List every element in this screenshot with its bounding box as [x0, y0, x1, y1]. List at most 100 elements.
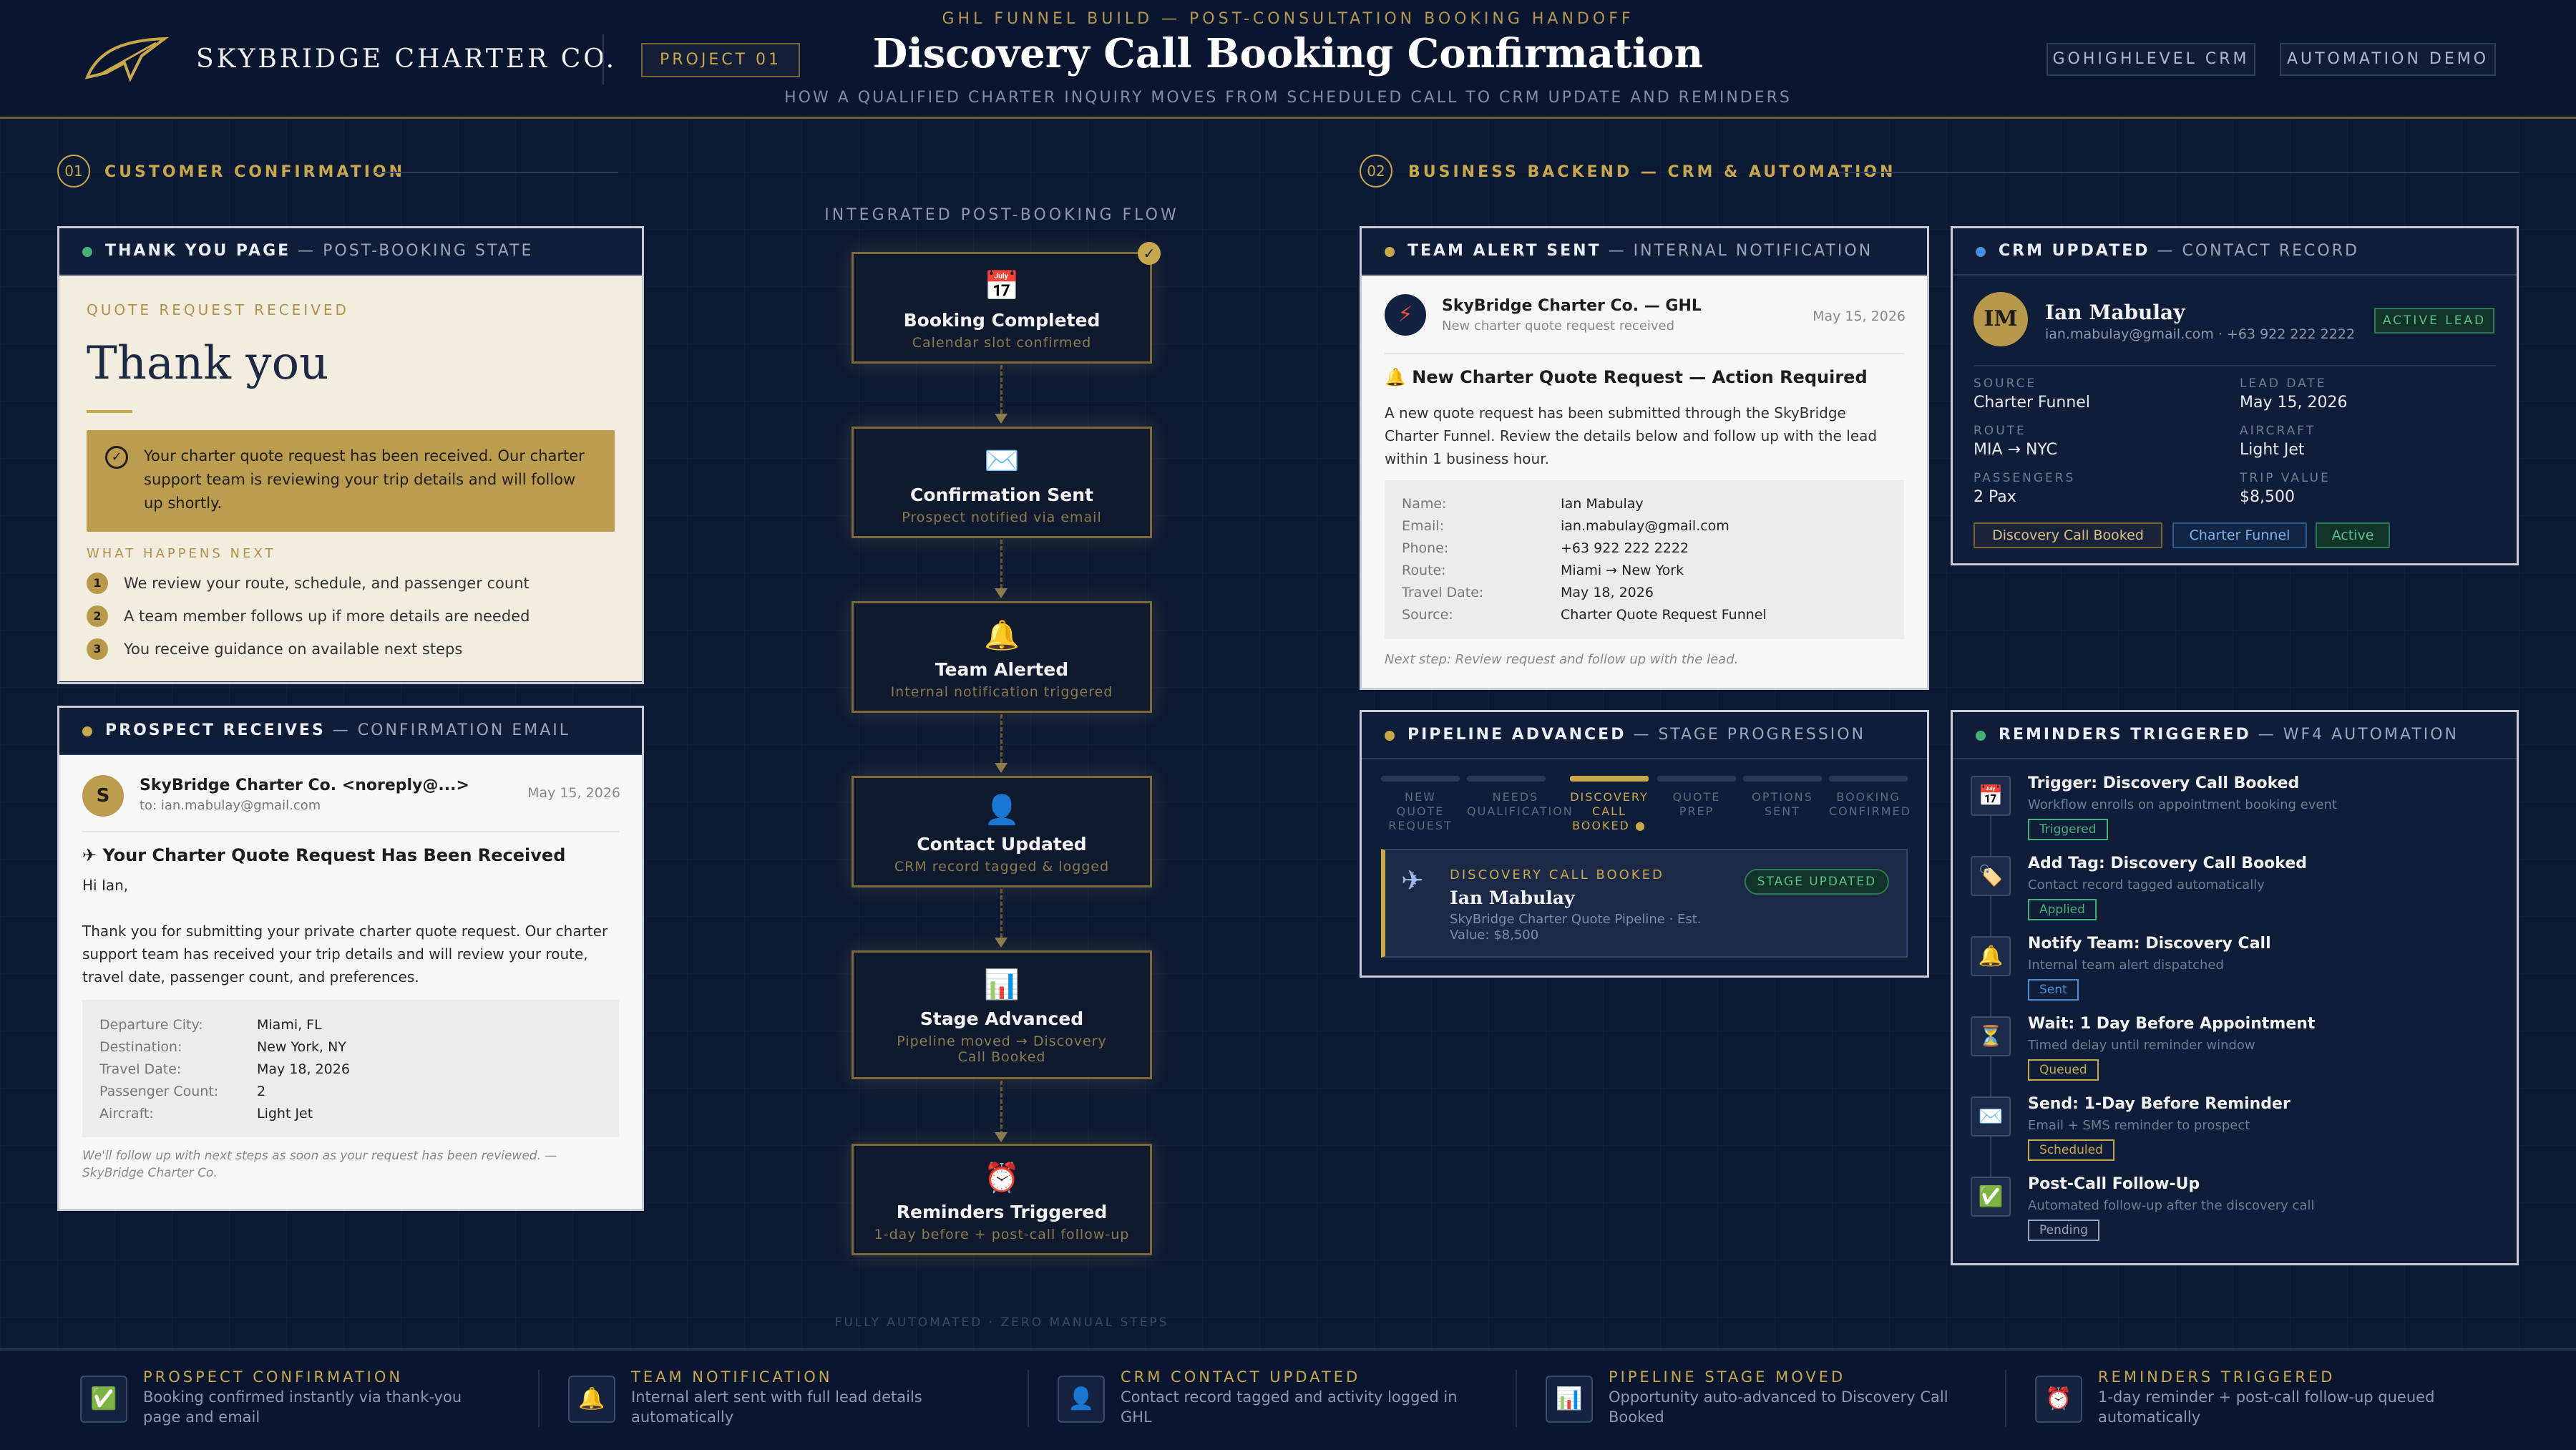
flow-node-team-alerted[interactable]: 🔔 Team Alerted Internal notification tri… — [852, 601, 1152, 713]
flow-title: INTEGRATED POST-BOOKING FLOW — [824, 206, 1179, 224]
panel-subtitle: — POST-BOOKING STATE — [291, 242, 534, 260]
field-label: LEAD DATE — [2240, 376, 2327, 391]
detail-value: 2 — [257, 1084, 266, 1099]
panel-title: TEAM ALERT SENT — [1407, 242, 1601, 260]
tag-ghl-crm[interactable]: GOHIGHLEVEL CRM — [2046, 43, 2255, 76]
lightning-icon: ⚡ — [1385, 294, 1426, 336]
status-dot — [1385, 731, 1395, 741]
section-label-backend: BUSINESS BACKEND — CRM & AUTOMATION — [1408, 163, 1896, 181]
reminder-status-badge: Applied — [2028, 899, 2097, 920]
alert-email-preview: ⚡ SkyBridge Charter Co. — GHL New charte… — [1362, 276, 1927, 688]
list-item: 3 You receive guidance on available next … — [87, 638, 615, 660]
card-name: Ian Mabulay — [1450, 887, 1575, 908]
crm-tag-discovery-call[interactable]: Discovery Call Booked — [1974, 522, 2162, 548]
arrow-down-icon — [995, 763, 1008, 773]
gold-rule — [87, 410, 132, 413]
detail-label: Name: — [1402, 496, 1447, 512]
footer-divider — [2005, 1370, 2006, 1427]
field-label: SOURCE — [1974, 376, 2037, 391]
step-text: You receive guidance on available next s… — [124, 641, 463, 658]
section-line — [375, 172, 618, 173]
flow-footer: FULLY AUTOMATED · ZERO MANUAL STEPS — [834, 1315, 1169, 1330]
email-to: to: ian.mabulay@gmail.com — [140, 798, 321, 813]
what-happens-next-label: WHAT HAPPENS NEXT — [87, 546, 276, 561]
panel-header: CRM UPDATED — CONTACT RECORD — [1953, 228, 2517, 276]
panel-subtitle: — INTERNAL NOTIFICATION — [1601, 242, 1873, 260]
crm-tag-charter-funnel[interactable]: Charter Funnel — [2172, 522, 2307, 548]
field-value: 2 Pax — [1974, 488, 2016, 506]
pipeline-stage-quote-prep[interactable]: QUOTE PREP — [1657, 790, 1736, 819]
flow-node-booking-completed[interactable]: 📅 Booking Completed Calendar slot confir… — [852, 252, 1152, 364]
panel-header: PIPELINE ADVANCED — STAGE PROGRESSION — [1362, 712, 1927, 759]
hourglass-icon: ⏳ — [1971, 1016, 2011, 1056]
node-title: Contact Updated — [917, 834, 1087, 855]
bell-icon: 🔔 — [568, 1376, 615, 1423]
field-value: Light Jet — [2240, 441, 2305, 459]
arrow-down-icon — [995, 414, 1008, 424]
status-dot — [1976, 731, 1986, 741]
card-kicker: DISCOVERY CALL BOOKED — [1450, 867, 1664, 882]
flow-node-contact-updated[interactable]: 👤 Contact Updated CRM record tagged & lo… — [852, 776, 1152, 887]
step-number: 1 — [87, 573, 108, 594]
person-icon: 👤 — [1058, 1376, 1105, 1423]
pipeline-stage-booking-confirmed[interactable]: BOOKING CONFIRMED — [1829, 790, 1910, 819]
pipeline-stage-bar — [1657, 776, 1736, 782]
flow-node-stage-advanced[interactable]: 📊 Stage Advanced Pipeline moved → Discov… — [852, 950, 1152, 1079]
reminder-sub: Automated follow-up after the discovery … — [2028, 1198, 2315, 1213]
footer-title: TEAM NOTIFICATION — [631, 1368, 833, 1386]
pipeline-stage-bar — [1743, 776, 1822, 782]
panel-header: TEAM ALERT SENT — INTERNAL NOTIFICATION — [1362, 228, 1927, 276]
list-item: 1 We review your route, schedule, and pas… — [87, 573, 615, 594]
tag-automation-demo[interactable]: AUTOMATION DEMO — [2280, 43, 2496, 76]
contact-info: ian.mabulay@gmail.com · +63 922 222 2222 — [2045, 326, 2356, 342]
node-title: Stage Advanced — [919, 1008, 1084, 1029]
flow-connector — [1000, 365, 1002, 414]
divider — [1385, 353, 1904, 354]
node-subtitle: Pipeline moved → Discovery Call Booked — [897, 1033, 1107, 1065]
divider — [1974, 365, 2496, 366]
reminder-status-badge: Triggered — [2028, 819, 2108, 840]
detail-label: Source: — [1402, 607, 1453, 623]
field-label: PASSENGERS — [1974, 471, 2076, 485]
status-dot — [1385, 247, 1395, 257]
flow-connector — [1000, 540, 1002, 588]
bell-icon: 🔔 — [1971, 936, 2011, 976]
reminder-sub: Internal team alert dispatched — [2028, 958, 2224, 973]
step-number: 2 — [87, 605, 108, 627]
panel-subtitle: — CONFIRMATION EMAIL — [325, 721, 571, 739]
thank-you-page-preview: QUOTE REQUEST RECEIVED Thank you ✓ Your … — [59, 276, 642, 681]
pipeline-stage-new[interactable]: NEW QUOTE REQUEST — [1381, 790, 1460, 833]
alert-subject: 🔔 New Charter Quote Request — Action Req… — [1385, 367, 1868, 387]
airplane-icon: ✈ — [1401, 865, 1424, 896]
panel-subtitle: — STAGE PROGRESSION — [1626, 726, 1866, 744]
reminder-title: Post-Call Follow-Up — [2028, 1175, 2200, 1193]
detail-value: Light Jet — [257, 1106, 313, 1121]
node-title: Booking Completed — [903, 310, 1101, 331]
reminder-sub: Contact record tagged automatically — [2028, 877, 2265, 892]
field-value: Charter Funnel — [1974, 394, 2090, 412]
email-preview: S SkyBridge Charter Co. <noreply@...> to… — [59, 755, 642, 1209]
reminder-title: Add Tag: Discovery Call Booked — [2028, 855, 2308, 872]
field-label: ROUTE — [1974, 424, 2026, 438]
node-subtitle: Internal notification triggered — [890, 684, 1113, 700]
envelope-icon: ✉️ — [1971, 1096, 2011, 1137]
flow-node-reminders-triggered[interactable]: ⏰ Reminders Triggered 1-day before + pos… — [852, 1144, 1152, 1255]
step-text: A team member follows up if more details… — [124, 608, 530, 625]
pipeline-stage-qualification[interactable]: NEEDS QUALIFICATION — [1467, 790, 1572, 819]
status-badge: ACTIVE LEAD — [2374, 308, 2494, 334]
status-dot — [82, 247, 92, 257]
panel-title: CRM UPDATED — [1999, 242, 2150, 260]
email-from: SkyBridge Charter Co. <noreply@...> — [140, 777, 469, 794]
detail-value: Ian Mabulay — [1561, 496, 1644, 512]
flow-connector — [1000, 1081, 1002, 1135]
pipeline-stage-options-sent[interactable]: OPTIONS SENT — [1743, 790, 1822, 819]
arrow-down-icon — [995, 588, 1008, 598]
pipeline-stage-discovery[interactable]: DISCOVERY CALL BOOKED ● — [1570, 790, 1649, 833]
crm-tag-active[interactable]: Active — [2316, 522, 2390, 548]
stage-updated-badge: STAGE UPDATED — [1745, 869, 1889, 895]
section-label-customer: CUSTOMER CONFIRMATION — [104, 163, 406, 181]
status-dot — [82, 726, 92, 736]
flow-node-confirmation-sent[interactable]: ✉️ Confirmation Sent Prospect notified v… — [852, 427, 1152, 538]
detail-label: Aircraft: — [99, 1106, 154, 1121]
detail-label: Travel Date: — [99, 1061, 182, 1077]
